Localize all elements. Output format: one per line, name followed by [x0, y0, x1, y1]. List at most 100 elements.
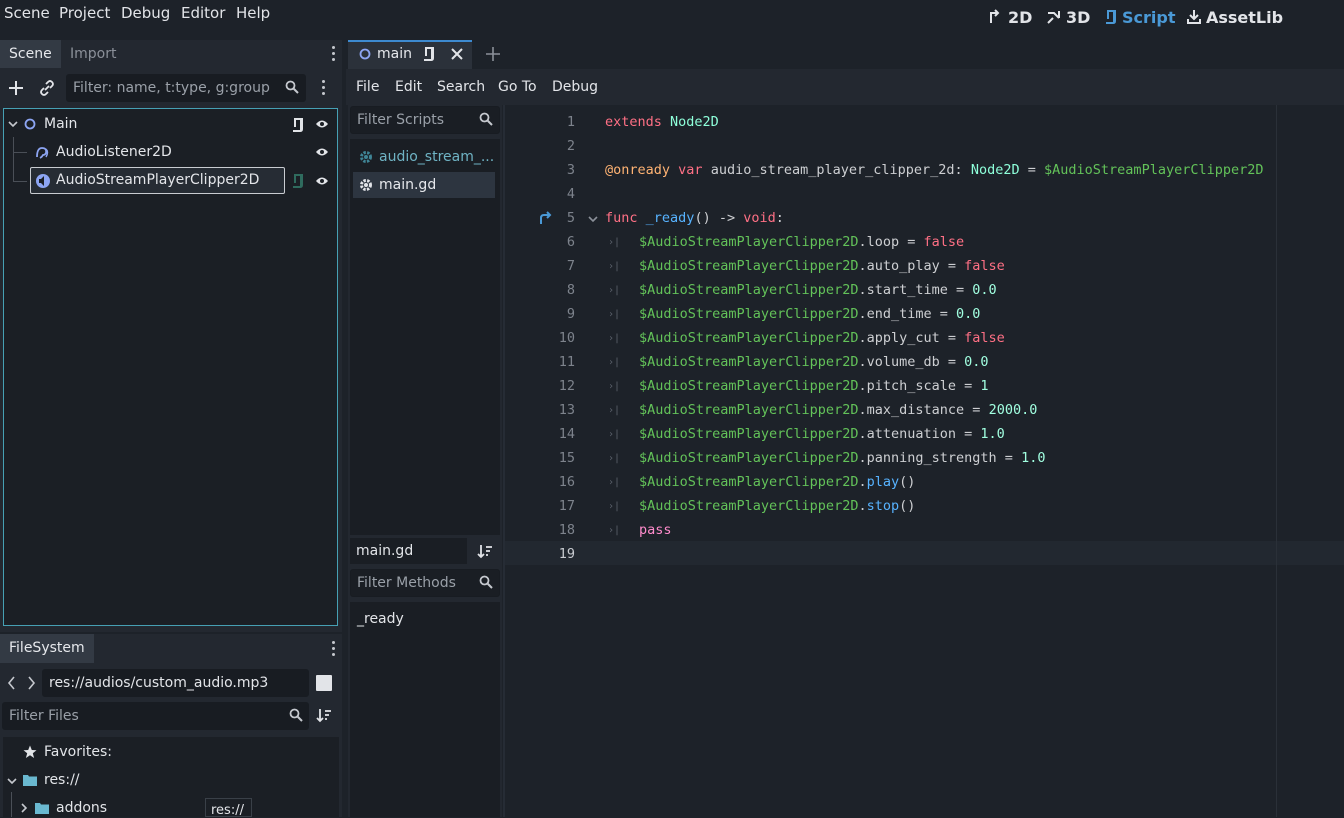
line-number[interactable]: 5 — [505, 206, 575, 230]
code-line[interactable]: 11 ›| $AudioStreamPlayerClipper2D.volume_d… — [505, 350, 1344, 374]
sort-icon[interactable] — [477, 543, 493, 559]
add-tab-plus-icon[interactable] — [485, 46, 501, 62]
line-number[interactable]: 12 — [505, 374, 575, 398]
code-line[interactable]: 15 ›| $AudioStreamPlayerClipper2D.panning_… — [505, 446, 1344, 470]
line-number[interactable]: 16 — [505, 470, 575, 494]
method-list-item[interactable]: _ready — [357, 611, 404, 627]
filesystem-dock-menu-icon[interactable] — [332, 641, 336, 659]
script-list-item[interactable]: audio_stream_... — [353, 144, 495, 170]
sort-icon[interactable] — [316, 707, 332, 723]
code-line[interactable]: 8 ›| $AudioStreamPlayerClipper2D.start_tim… — [505, 278, 1344, 302]
link-icon — [40, 80, 54, 96]
filter-methods-input[interactable]: Filter Methods — [350, 569, 500, 597]
tree-item-main[interactable]: Main — [44, 116, 77, 132]
editor-tab-main[interactable]: main — [348, 40, 472, 69]
split-mode-icon[interactable] — [316, 675, 332, 691]
menu-project[interactable]: Project — [59, 4, 110, 22]
close-icon[interactable] — [451, 48, 463, 60]
tooltip: res:// — [205, 798, 252, 818]
code-line[interactable]: 4 — [505, 182, 1344, 206]
tab-indent-marker: ›| — [608, 501, 621, 512]
scene-filter-input[interactable]: Filter: name, t:type, g:group — [66, 74, 306, 102]
code-line[interactable]: 1 extends Node2D — [505, 110, 1344, 134]
workspace-script-button[interactable]: Script — [1104, 6, 1175, 28]
tab-scene[interactable]: Scene — [0, 40, 61, 68]
fs-item-addons[interactable]: addons — [56, 800, 107, 816]
instance-scene-button[interactable] — [38, 79, 58, 99]
code-text: $AudioStreamPlayerClipper2D.apply_cut = … — [639, 330, 1005, 346]
code-line[interactable]: 6 ›| $AudioStreamPlayerClipper2D.loop = fa… — [505, 230, 1344, 254]
line-number[interactable]: 8 — [505, 278, 575, 302]
tree-item-audio-stream-player-clipper[interactable]: AudioStreamPlayerClipper2D — [56, 172, 259, 188]
script-menu-search[interactable]: Search — [437, 79, 485, 95]
code-line[interactable]: 12 ›| $AudioStreamPlayerClipper2D.pitch_sc… — [505, 374, 1344, 398]
script-attached-icon[interactable] — [291, 173, 305, 189]
code-line[interactable]: 7 ›| $AudioStreamPlayerClipper2D.auto_play… — [505, 254, 1344, 278]
code-line[interactable]: 2 — [505, 134, 1344, 158]
line-number[interactable]: 2 — [505, 134, 575, 158]
code-line[interactable]: 5 func _ready() -> void: — [505, 206, 1344, 230]
line-number[interactable]: 19 — [505, 542, 575, 566]
code-line[interactable]: 3 @onready var audio_stream_player_clippe… — [505, 158, 1344, 182]
fs-item-res-root[interactable]: res:// — [44, 772, 80, 788]
line-number[interactable]: 17 — [505, 494, 575, 518]
visibility-eye-icon[interactable] — [315, 146, 329, 158]
line-number[interactable]: 1 — [505, 110, 575, 134]
line-number[interactable]: 14 — [505, 422, 575, 446]
code-line[interactable]: 16 ›| $AudioStreamPlayerClipper2D.play() — [505, 470, 1344, 494]
scene-filter-options-icon[interactable] — [322, 80, 326, 98]
code-line[interactable]: 10 ›| $AudioStreamPlayerClipper2D.apply_cu… — [505, 326, 1344, 350]
script-attached-icon[interactable] — [291, 117, 305, 133]
visibility-eye-icon[interactable] — [315, 118, 329, 130]
forward-arrow-icon[interactable] — [28, 676, 36, 690]
collapse-arrow-icon[interactable] — [8, 119, 18, 129]
tree-item-audio-listener[interactable]: AudioListener2D — [56, 144, 172, 160]
script-menu-debug[interactable]: Debug — [552, 79, 598, 95]
line-number[interactable]: 13 — [505, 398, 575, 422]
filter-scripts-input[interactable]: Filter Scripts — [350, 106, 500, 134]
filesystem-path-input[interactable]: res://audios/custom_audio.mp3 — [42, 669, 309, 697]
tab-import[interactable]: Import — [61, 40, 125, 68]
favorites-label[interactable]: Favorites: — [44, 744, 112, 760]
scene-filter-placeholder: Filter: name, t:type, g:group — [73, 80, 270, 96]
code-line[interactable]: 14 ›| $AudioStreamPlayerClipper2D.attenuat… — [505, 422, 1344, 446]
tab-indent-marker: ›| — [608, 453, 621, 464]
menu-scene[interactable]: Scene — [4, 4, 50, 22]
line-number[interactable]: 6 — [505, 230, 575, 254]
menu-help[interactable]: Help — [236, 4, 270, 22]
expand-arrow-icon[interactable] — [20, 803, 28, 813]
tab-filesystem[interactable]: FileSystem — [0, 634, 94, 663]
line-number[interactable]: 9 — [505, 302, 575, 326]
tab-indent-marker: ›| — [608, 333, 621, 344]
code-text: $AudioStreamPlayerClipper2D.play() — [639, 474, 916, 490]
line-number[interactable]: 3 — [505, 158, 575, 182]
back-arrow-icon[interactable] — [7, 676, 15, 690]
code-line[interactable]: 13 ›| $AudioStreamPlayerClipper2D.max_dist… — [505, 398, 1344, 422]
script-menu-file[interactable]: File — [356, 79, 379, 95]
download-icon — [1187, 10, 1201, 24]
workspace-3d-button[interactable]: 3D — [1046, 6, 1090, 28]
add-node-button[interactable] — [6, 78, 26, 98]
menu-editor[interactable]: Editor — [181, 4, 225, 22]
code-line[interactable]: 17 ›| $AudioStreamPlayerClipper2D.stop() — [505, 494, 1344, 518]
workspace-2d-button[interactable]: 2D — [988, 6, 1032, 28]
line-number[interactable]: 15 — [505, 446, 575, 470]
menu-debug[interactable]: Debug — [121, 4, 170, 22]
code-line[interactable]: 9 ›| $AudioStreamPlayerClipper2D.end_time … — [505, 302, 1344, 326]
code-line[interactable]: 18 ›| pass — [505, 518, 1344, 542]
filter-files-input[interactable]: Filter Files — [2, 702, 309, 730]
script-menu-goto[interactable]: Go To — [498, 79, 537, 95]
tab-indent-marker: ›| — [608, 237, 621, 248]
visibility-eye-icon[interactable] — [315, 175, 329, 187]
script-menu-edit[interactable]: Edit — [395, 79, 422, 95]
workspace-assetlib-button[interactable]: AssetLib — [1186, 6, 1283, 28]
line-number[interactable]: 18 — [505, 518, 575, 542]
line-number[interactable]: 4 — [505, 182, 575, 206]
code-line[interactable]: 19 — [505, 542, 1344, 566]
line-number[interactable]: 7 — [505, 254, 575, 278]
script-list-item-active[interactable]: main.gd — [353, 172, 495, 198]
line-number[interactable]: 10 — [505, 326, 575, 350]
collapse-arrow-icon[interactable] — [7, 776, 17, 786]
line-number[interactable]: 11 — [505, 350, 575, 374]
scene-dock-menu-icon[interactable] — [332, 46, 336, 64]
